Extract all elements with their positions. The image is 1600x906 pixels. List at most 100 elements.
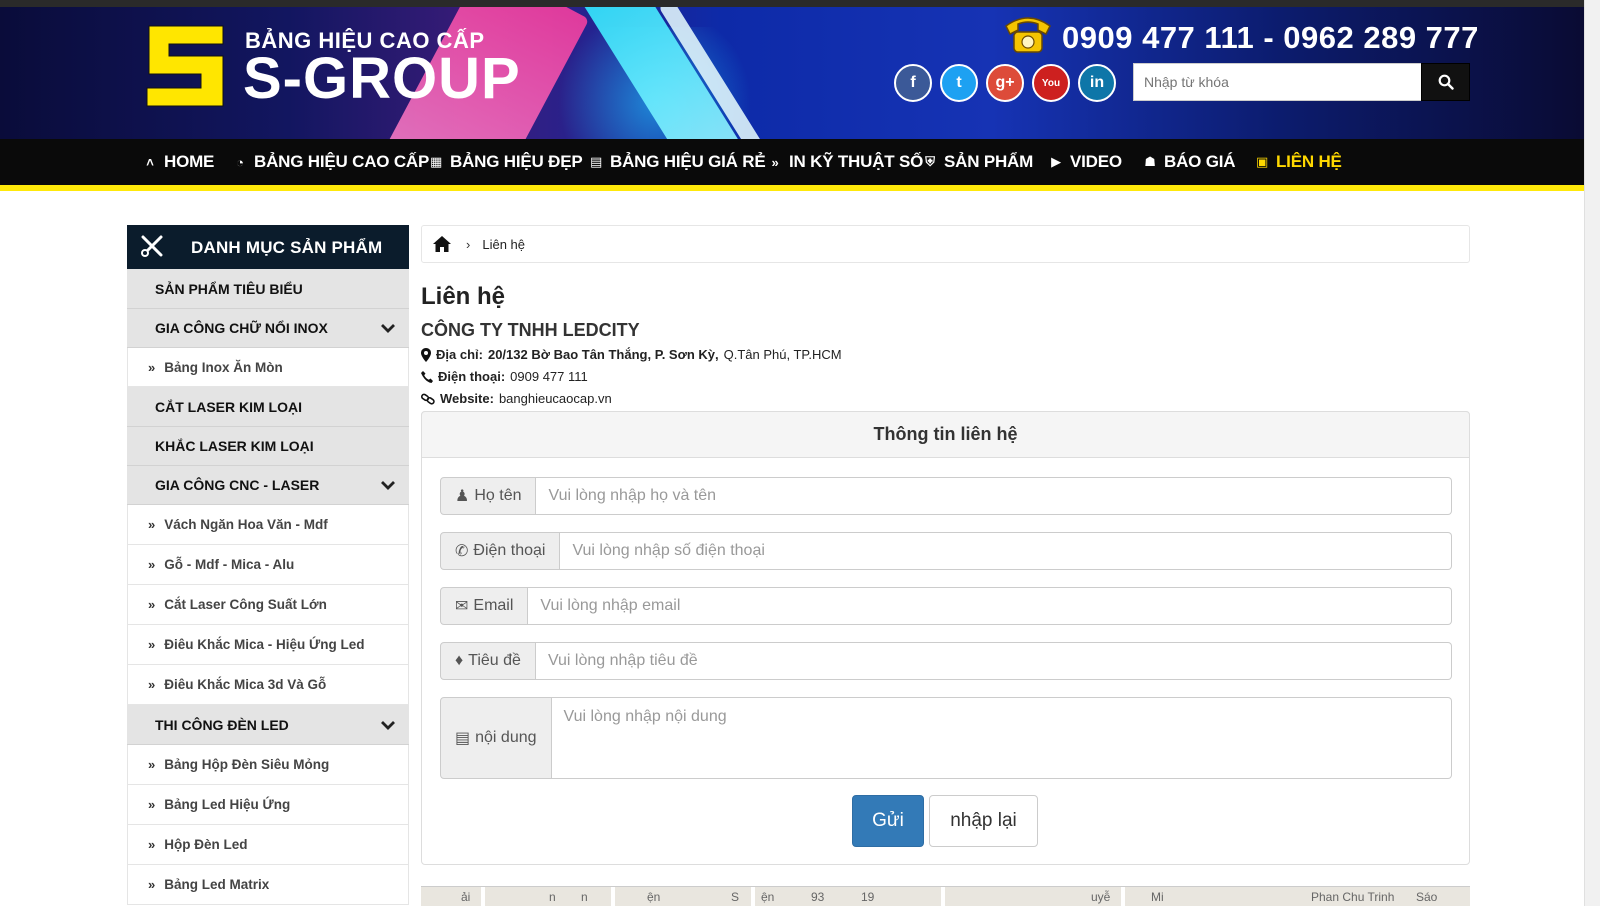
map-label: n [581, 890, 588, 904]
phone-small-icon: ✆ [455, 543, 469, 560]
sidebar-subitem[interactable]: » Bảng Hộp Đèn Siêu Mỏng [127, 745, 409, 785]
search-button[interactable] [1421, 63, 1470, 101]
submit-button[interactable]: Gửi [852, 795, 924, 847]
chevron-down-icon[interactable] [381, 480, 395, 490]
twitter-icon[interactable]: t [940, 64, 978, 102]
sidebar-subitem[interactable]: » Hộp Đèn Led [127, 825, 409, 865]
sidebar-item-label: GIA CÔNG CNC - LASER [155, 477, 320, 493]
nav-video[interactable]: ▶ VIDEO [1048, 139, 1122, 185]
phone-line: Điện thoại: 0909 477 111 [421, 369, 588, 384]
sidebar-item-label: GIA CÔNG CHỮ NỔI INOX [155, 320, 328, 336]
email-field[interactable] [528, 587, 1452, 625]
phone-icon [1005, 17, 1051, 53]
hotline-numbers[interactable]: 0909 477 111 - 0962 289 777 [1062, 20, 1479, 56]
nav-label: LIÊN HỆ [1276, 152, 1342, 171]
sidebar-subitem[interactable]: » Vách Ngăn Hoa Văn - Mdf [127, 505, 409, 545]
map-label: 19 [861, 890, 875, 904]
nav-home[interactable]: ˄ HOME [142, 139, 214, 185]
nav-label: HOME [164, 152, 215, 171]
sidebar-item[interactable]: KHẮC LASER KIM LOẠI [127, 427, 409, 466]
chevron-right-icon: › [466, 236, 471, 252]
phone-small-icon [421, 370, 433, 383]
nav-san-pham[interactable]: ⛨ SẢN PHẨM [922, 139, 1033, 185]
sidebar-subitem[interactable]: » Bảng Led Matrix [127, 865, 409, 905]
google-plus-icon[interactable]: g+ [986, 64, 1024, 102]
link-icon [421, 393, 435, 405]
linkedin-icon[interactable]: in [1078, 64, 1116, 102]
sidebar-subitem[interactable]: » Điêu Khắc Mica - Hiệu Ứng Led [127, 625, 409, 665]
nav-bang-hieu-gia-re[interactable]: ▤ BẢNG HIỆU GIÁ RẺ [588, 139, 766, 185]
sidebar-item[interactable]: CẮT LASER KIM LOẠI [127, 387, 409, 427]
double-chevron-icon: » [148, 757, 156, 772]
phone-value[interactable]: 0909 477 111 [510, 369, 588, 384]
nav-bao-gia[interactable]: ☗ BÁO GIÁ [1142, 139, 1235, 185]
page-scrollbar[interactable] [1584, 0, 1600, 906]
sidebar-item[interactable]: SẢN PHẨM TIÊU BIỂU [127, 269, 409, 309]
sidebar-subitem[interactable]: » Gỗ - Mdf - Mica - Alu [127, 545, 409, 585]
document-icon: ▤ [455, 730, 471, 747]
money-icon: ▣ [1255, 154, 1269, 169]
phone-field[interactable] [560, 532, 1452, 570]
map-road [941, 887, 945, 906]
map-label: Phan Chu Trinh [1311, 890, 1395, 904]
chevron-down-icon[interactable] [381, 323, 395, 333]
home-icon[interactable] [432, 235, 452, 253]
double-chevron-icon: » [148, 637, 156, 652]
map-label: ải [461, 890, 471, 904]
sidebar-subitem[interactable]: » Bảng Inox Ăn Mòn [127, 348, 409, 387]
sidebar-item-label: Hộp Đèn Led [164, 837, 248, 852]
double-chevron-icon: » [148, 597, 156, 612]
sidebar-item-label: Điêu Khắc Mica - Hiệu Ứng Led [164, 637, 365, 652]
users-icon: ☗ [1144, 154, 1156, 169]
address-rest: Q.Tân Phú, TP.HCM [723, 347, 842, 362]
sidebar-item-label: Bảng Led Matrix [164, 877, 270, 892]
nav-label: SẢN PHẨM [944, 152, 1034, 171]
gauge-icon: ◔ [236, 154, 244, 170]
nav-in-ky-thuat-so[interactable]: » IN KỸ THUẬT SỐ [767, 139, 923, 185]
subject-field[interactable] [535, 642, 1452, 680]
card-icon: ▤ [589, 154, 603, 169]
website-value[interactable]: banghieucaocap.vn [499, 391, 612, 406]
sidebar-subitem[interactable]: » Điêu Khắc Mica 3d Và Gỗ [127, 665, 409, 705]
search-input[interactable] [1134, 64, 1429, 100]
map-label: Mi [1151, 890, 1164, 904]
sidebar-item-label: Gỗ - Mdf - Mica - Alu [164, 557, 295, 572]
sidebar-item[interactable]: GIA CÔNG CHỮ NỔI INOX [127, 309, 409, 348]
name-input-group: ♟ Họ tên [440, 477, 1452, 515]
double-chevron-icon: » [148, 797, 156, 812]
sidebar-item-label: Bảng Inox Ăn Mòn [164, 359, 283, 375]
map-embed[interactable]: ải n n ện S ện 93 19 uyễ Mi Phan Chu Tri… [421, 886, 1470, 906]
sidebar-title: DANH MỤC SẢN PHẨM [191, 238, 383, 257]
facebook-icon[interactable]: f [894, 64, 932, 102]
nav-bang-hieu-cao-cap[interactable]: ◔ BẢNG HIỆU CAO CẤP [232, 139, 429, 185]
map-road [1121, 887, 1125, 906]
reset-button[interactable]: nhập lại [929, 795, 1038, 847]
brand-name[interactable]: S-GROUP [243, 50, 521, 108]
sidebar-item[interactable]: GIA CÔNG CNC - LASER [127, 466, 409, 505]
phone-label: Điện thoại: [438, 369, 506, 384]
nav-bang-hieu-dep[interactable]: ▦ BẢNG HIỆU ĐẸP [428, 139, 583, 185]
website-line: Website: banghieucaocap.vn [421, 391, 612, 406]
double-chevron-icon: » [148, 877, 156, 892]
map-label: uyễ [1091, 890, 1111, 904]
sidebar-item-label: Bảng Hộp Đèn Siêu Mỏng [164, 757, 330, 772]
double-chevron-icon: » [148, 517, 156, 532]
double-chevron-icon: » [148, 837, 156, 852]
sidebar-item-label: Bảng Led Hiệu Ứng [164, 797, 291, 812]
phone-input-group: ✆ Điện thoại [440, 532, 1452, 570]
chevron-down-icon[interactable] [381, 720, 395, 730]
sidebar-item[interactable]: THI CÔNG ĐÈN LED [127, 705, 409, 745]
name-label-text: Họ tên [474, 487, 522, 504]
sidebar-subitem[interactable]: » Cắt Laser Công Suất Lớn [127, 585, 409, 625]
nav-lien-he[interactable]: ▣ LIÊN HỆ [1254, 139, 1342, 185]
name-field[interactable] [536, 477, 1452, 515]
s-group-logo-icon[interactable] [139, 20, 231, 112]
sidebar-subitem[interactable]: » Bảng Led Hiệu Ứng [127, 785, 409, 825]
map-road [611, 887, 615, 906]
tools-icon [141, 235, 163, 257]
map-label: ện [647, 890, 661, 904]
nav-label: BẢNG HIỆU GIÁ RẺ [610, 152, 766, 171]
youtube-icon[interactable]: You [1032, 64, 1070, 102]
content-field[interactable] [551, 697, 1452, 779]
map-road [751, 887, 755, 906]
